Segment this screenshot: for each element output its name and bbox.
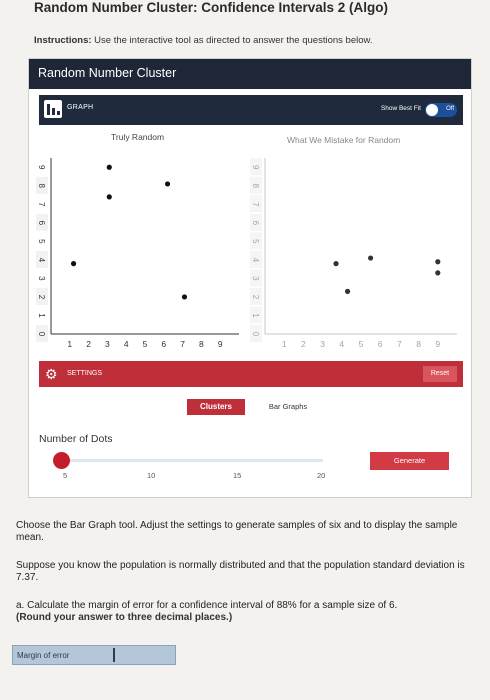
x-tick-label: 1 xyxy=(67,339,72,349)
slider-tick: 20 xyxy=(317,471,326,480)
data-point xyxy=(368,255,374,261)
bar-chart-icon xyxy=(44,100,62,118)
x-tick-label: 8 xyxy=(416,339,421,349)
y-tick-label: 1 xyxy=(37,313,46,318)
y-tick-label: 3 xyxy=(251,276,260,281)
x-tick-label: 4 xyxy=(339,339,344,349)
x-tick-label: 2 xyxy=(301,339,306,349)
x-tick-label: 9 xyxy=(435,339,440,349)
y-tick-label: 8 xyxy=(251,184,260,189)
y-tick-label: 4 xyxy=(37,258,46,263)
question-given: Suppose you know the population is norma… xyxy=(16,560,465,583)
question-intro: Choose the Bar Graph tool. Adjust the se… xyxy=(16,520,458,543)
instructions: Instructions: Use the interactive tool a… xyxy=(34,35,372,46)
data-point xyxy=(435,259,441,265)
y-tick-label: 0 xyxy=(251,332,260,337)
tool-header: Random Number Cluster xyxy=(29,59,471,89)
x-tick-label: 8 xyxy=(199,339,204,349)
tab-bar-graphs[interactable]: Bar Graphs xyxy=(257,399,319,415)
y-tick-label: 2 xyxy=(251,295,260,300)
x-tick-label: 6 xyxy=(378,339,383,349)
dots-slider-thumb[interactable] xyxy=(53,452,70,469)
data-point xyxy=(106,194,112,200)
left-plot-title: Truly Random xyxy=(111,132,165,142)
y-tick-label: 7 xyxy=(37,202,46,207)
number-of-dots-label: Number of Dots xyxy=(39,433,113,445)
y-tick-label: 9 xyxy=(251,165,260,170)
x-tick-label: 1 xyxy=(282,339,287,349)
generate-button[interactable]: Generate xyxy=(370,452,449,470)
data-point xyxy=(435,270,441,276)
x-tick-label: 7 xyxy=(397,339,402,349)
question-part-a: a. Calculate the margin of error for a c… xyxy=(16,600,398,611)
toggle-state: Off xyxy=(446,106,454,112)
data-point xyxy=(106,164,112,170)
reset-button[interactable]: Reset xyxy=(423,366,457,382)
y-tick-label: 5 xyxy=(37,239,46,244)
data-point xyxy=(70,261,77,267)
y-tick-label: 8 xyxy=(37,184,46,189)
truly-random-plot: 0 1 2 3 4 5 6 7 8 9 1 2 3 4 5 6 7 8 9 xyxy=(36,158,239,349)
random-number-cluster-tool: Random Number Cluster GRAPH Show Best Fi… xyxy=(28,58,472,498)
x-tick-label: 3 xyxy=(105,339,110,349)
data-point xyxy=(181,294,188,300)
x-tick-label: 5 xyxy=(359,339,364,349)
settings-bar: ⚙ SETTINGS Reset xyxy=(39,361,463,387)
margin-of-error-answer-box: Margin of error xyxy=(12,645,176,665)
margin-of-error-input[interactable] xyxy=(99,647,175,663)
y-tick-label: 4 xyxy=(251,258,260,263)
right-plot-title: What We Mistake for Random xyxy=(287,135,401,145)
best-fit-label: Show Best Fit xyxy=(380,105,421,112)
slider-tick: 15 xyxy=(233,471,242,480)
y-tick-label: 7 xyxy=(251,202,260,207)
y-tick-label: 5 xyxy=(251,239,260,244)
settings-label: SETTINGS xyxy=(67,370,103,377)
graph-label: GRAPH xyxy=(67,104,94,111)
gear-icon: ⚙ xyxy=(45,366,58,382)
slider-tick: 5 xyxy=(63,471,68,480)
toggle-knob xyxy=(426,104,438,116)
text-cursor xyxy=(113,648,115,662)
instructions-heading: Instructions: xyxy=(34,35,92,46)
x-tick-label: 5 xyxy=(143,339,148,349)
x-tick-label: 2 xyxy=(86,339,91,349)
x-tick-label: 4 xyxy=(124,339,129,349)
slider-tick: 10 xyxy=(147,471,156,480)
x-tick-label: 7 xyxy=(180,339,185,349)
page-title: Random Number Cluster: Confidence Interv… xyxy=(34,0,389,15)
y-tick-label: 3 xyxy=(37,276,46,281)
y-tick-label: 9 xyxy=(37,165,46,170)
tab-clusters[interactable]: Clusters xyxy=(187,399,245,415)
y-tick-label: 1 xyxy=(251,313,260,318)
y-tick-label: 2 xyxy=(37,295,46,300)
data-point xyxy=(164,181,171,187)
question-part-a-note: (Round your answer to three decimal plac… xyxy=(16,612,233,623)
y-tick-label: 6 xyxy=(251,221,260,226)
mistake-random-plot: 0 1 2 3 4 5 6 7 8 9 1 2 3 4 5 6 7 8 9 xyxy=(250,158,457,349)
x-tick-label: 6 xyxy=(161,339,166,349)
x-tick-label: 3 xyxy=(320,339,325,349)
data-point xyxy=(333,261,339,267)
graph-bar: GRAPH Show Best Fit Off xyxy=(39,95,463,125)
x-tick-label: 9 xyxy=(218,339,223,349)
dots-slider-track[interactable] xyxy=(63,459,323,462)
y-tick-label: 0 xyxy=(37,332,46,337)
margin-of-error-label: Margin of error xyxy=(17,651,70,660)
instructions-text: Use the interactive tool as directed to … xyxy=(91,35,373,46)
data-point xyxy=(344,288,351,294)
best-fit-toggle[interactable]: Off xyxy=(425,103,457,117)
y-tick-label: 6 xyxy=(37,221,46,226)
